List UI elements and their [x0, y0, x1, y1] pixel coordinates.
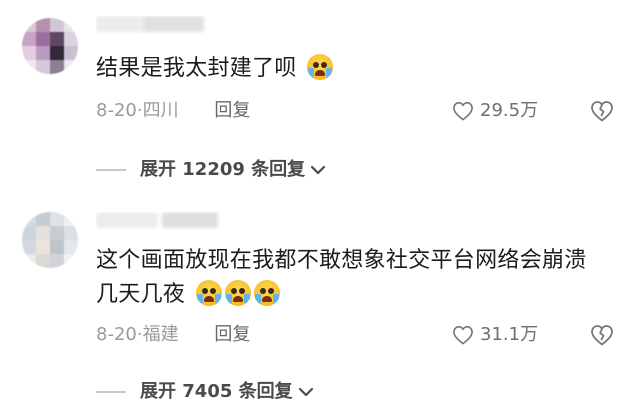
comment-date: 8-20 [96, 324, 137, 345]
broken-heart-icon[interactable] [590, 323, 614, 347]
avatar[interactable] [22, 18, 78, 74]
like-button[interactable]: 31.1万 [452, 322, 538, 348]
like-count: 29.5万 [480, 100, 539, 121]
avatar[interactable] [22, 212, 78, 268]
comment-text: 这个画面放现在我都不敢想象社交平台网络会崩溃几天几夜 [96, 244, 599, 312]
expand-replies-button[interactable]: 展开 7405 条回复 [96, 378, 315, 406]
crying-face-emoji-icon [195, 280, 222, 306]
expand-replies-label[interactable]: 展开 12209 条回复 [140, 156, 305, 184]
expand-divider [96, 169, 126, 171]
comment-item: 这个画面放现在我都不敢想象社交平台网络会崩溃几天几夜 8-20·福建 回复 31… [0, 210, 625, 414]
crying-face-emoji-icon [253, 280, 280, 306]
username-blurred[interactable] [96, 212, 236, 230]
reply-button[interactable]: 回复 [214, 100, 250, 121]
comment-meta: 8-20·福建 回复 [96, 322, 250, 348]
comment-meta: 8-20·四川 回复 [96, 98, 250, 124]
comment-location: 福建 [142, 324, 179, 345]
comment-text-content: 这个画面放现在我都不敢想象社交平台网络会崩溃几天几夜 [96, 248, 587, 307]
comment-text: 结果是我太封建了呗 [96, 52, 599, 86]
crying-face-emoji-icon [224, 280, 251, 306]
comment-location: 四川 [142, 100, 179, 121]
comment-list: 结果是我太封建了呗 8-20·四川 回复 29.5万 展开 12209 条回复 [0, 0, 625, 414]
reply-button[interactable]: 回复 [214, 324, 250, 345]
heart-outline-icon [453, 326, 473, 345]
comment-text-content: 结果是我太封建了呗 [96, 56, 297, 81]
broken-heart-icon[interactable] [590, 99, 614, 123]
like-button[interactable]: 29.5万 [452, 98, 538, 124]
username-blurred[interactable] [96, 16, 236, 34]
like-count: 31.1万 [480, 324, 539, 345]
crying-face-emoji-icon [307, 54, 333, 80]
expand-replies-button[interactable]: 展开 12209 条回复 [96, 156, 327, 184]
chevron-down-icon[interactable] [297, 385, 315, 399]
chevron-down-icon[interactable] [309, 163, 327, 177]
comment-date: 8-20 [96, 100, 137, 121]
heart-outline-icon [453, 102, 473, 121]
expand-replies-label[interactable]: 展开 7405 条回复 [140, 378, 293, 406]
expand-divider [96, 391, 126, 393]
comment-item: 结果是我太封建了呗 8-20·四川 回复 29.5万 展开 12209 条回复 [0, 16, 625, 198]
